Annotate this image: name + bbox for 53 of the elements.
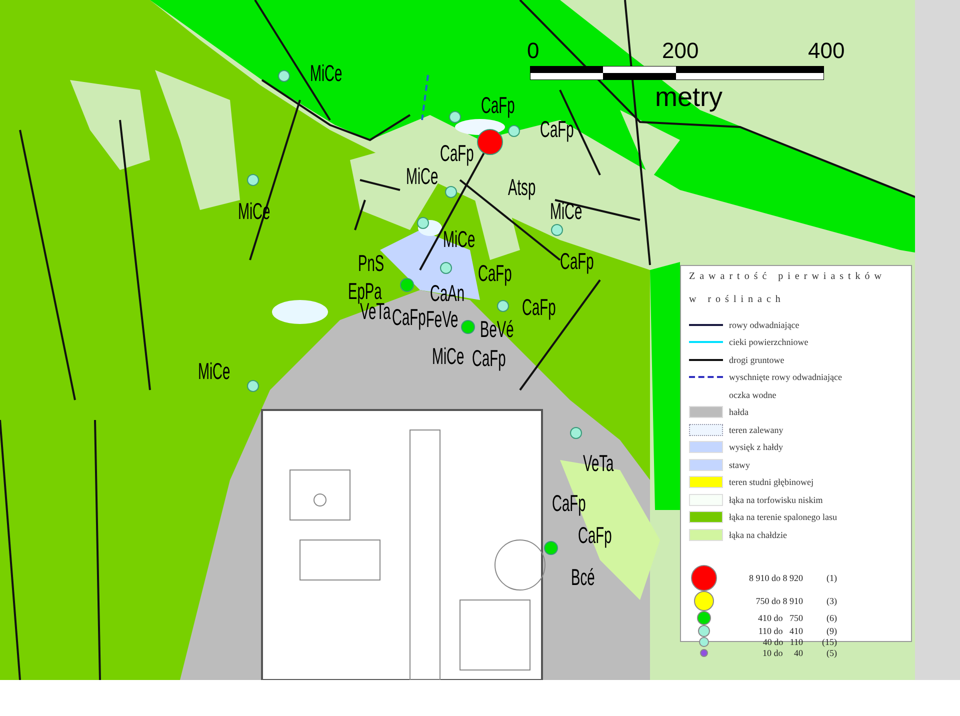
class-count: (1) — [826, 572, 837, 582]
element-label: Bcé — [571, 566, 595, 589]
element-label: MiCe — [406, 165, 438, 188]
element-label: MiCe — [198, 360, 230, 383]
class-range: 10 do 40 — [762, 648, 803, 658]
element-label: FeVe — [426, 308, 458, 331]
class-range: 110 do 410 — [757, 626, 803, 636]
element-label: CaFp — [440, 142, 474, 165]
element-label: CaFp — [540, 118, 574, 141]
element-label: MiCe — [432, 345, 464, 368]
legend-label: drogi gruntowe — [729, 354, 784, 365]
legend-label: rowy odwadniające — [729, 320, 800, 330]
legend-label: łąka na terenie spalonego lasu — [729, 512, 837, 522]
class-range: 40 do 110 — [762, 637, 803, 647]
element-label: CaFp — [472, 347, 506, 370]
legend-label: cieki powierzchniowe — [729, 337, 808, 348]
element-label: CaFp — [478, 262, 512, 285]
class-count: (6) — [826, 612, 837, 622]
class-count: (15) — [821, 637, 837, 647]
element-label: VeTa — [360, 300, 391, 323]
class-count: (9) — [826, 626, 837, 636]
element-label: MiCe — [310, 62, 342, 85]
class-range: 750 do 8 910 — [754, 596, 803, 606]
element-label: VeTa — [583, 452, 614, 475]
scale-tick-label: 200 — [662, 40, 699, 62]
element-label: EpPa — [348, 280, 382, 303]
element-label: CaFp — [578, 524, 612, 547]
legend-label: hałda — [729, 407, 748, 418]
legend-title: Zawartość pierwiastków — [689, 271, 888, 282]
class-range: 8 910 do 8 920 — [748, 572, 803, 582]
element-label: Atsp — [508, 176, 536, 199]
scale-tick-label: 400 — [808, 40, 845, 62]
class-count: (3) — [826, 596, 837, 606]
legend-label: wysięk z hałdy — [729, 442, 783, 452]
element-label: MiCe — [443, 228, 476, 251]
class-count: (5) — [826, 648, 837, 658]
class-range: 410 do 750 — [757, 612, 803, 622]
element-label: CaFp — [392, 306, 426, 329]
element-label: CaFp — [481, 94, 515, 117]
element-label: CaFp — [522, 296, 556, 319]
legend-label: teren zalewany — [729, 424, 784, 435]
element-label: PnS — [358, 252, 384, 275]
element-label: CaFp — [560, 250, 594, 273]
element-label: CaFp — [552, 492, 586, 515]
element-label: MiCe — [550, 200, 582, 223]
legend-label: łąka na torfowisku niskim — [729, 494, 823, 505]
legend-label: teren studni głębinowej — [729, 477, 814, 488]
scale-tick-label: 0 — [527, 40, 540, 62]
legend-label: oczka wodne — [729, 390, 776, 400]
legend-label: stawy — [729, 460, 750, 470]
legend-label: łąka na chałdzie — [729, 530, 787, 540]
legend-label: wyschnięte rowy odwadniające — [729, 372, 842, 382]
legend-title: w roślinach — [689, 294, 786, 305]
